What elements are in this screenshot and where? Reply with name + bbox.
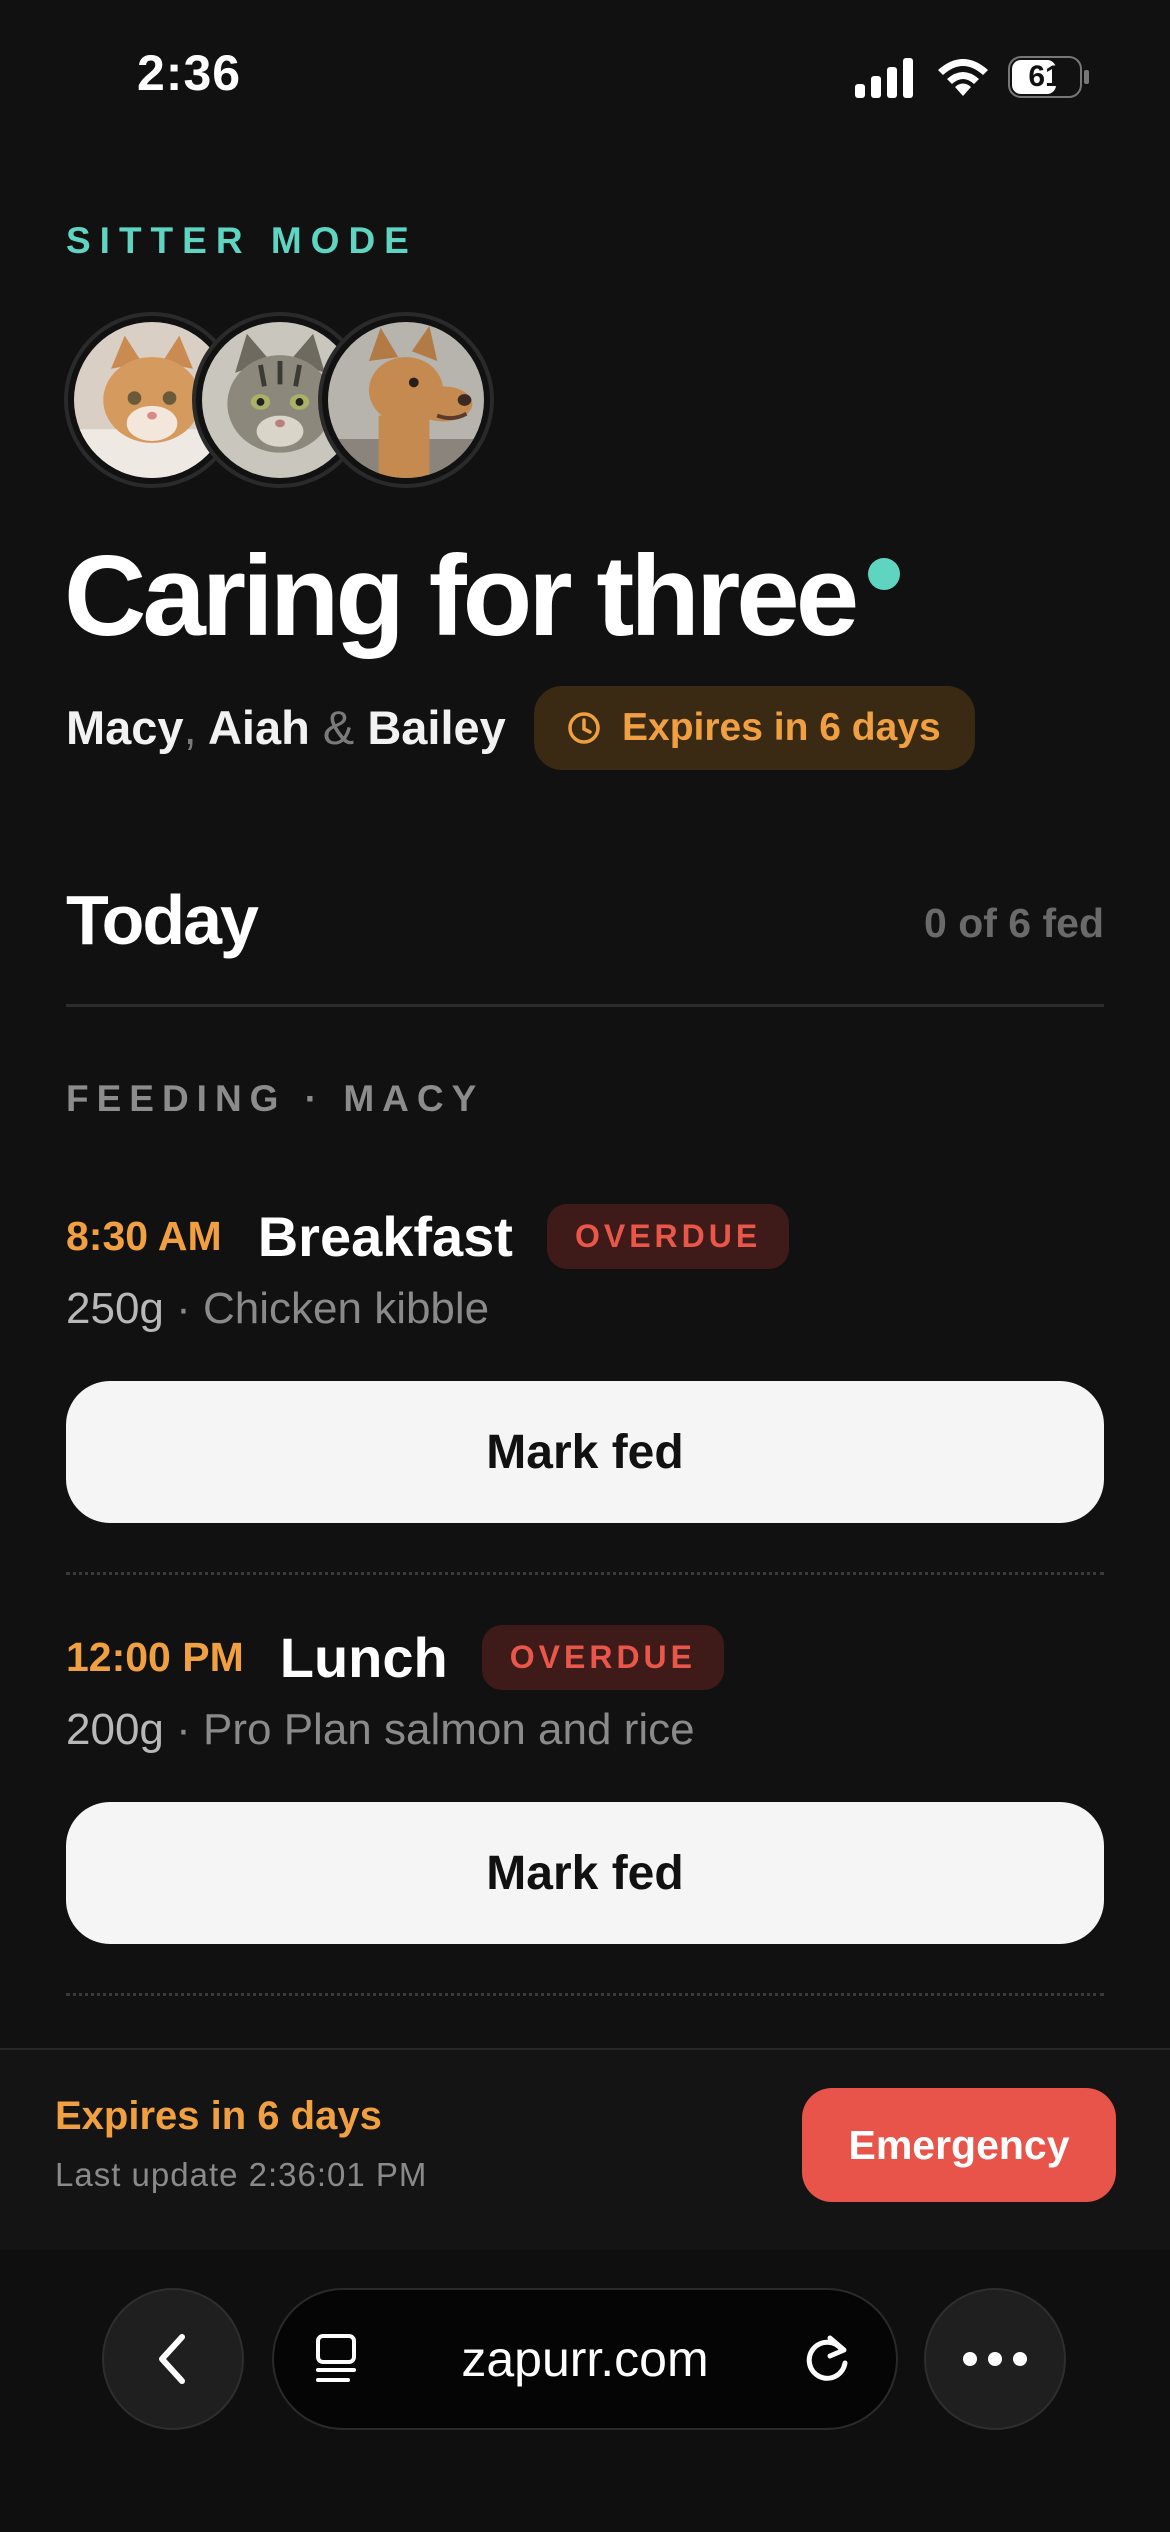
wifi-icon [938, 59, 988, 96]
footer-expiry: Expires in 6 days [55, 2094, 382, 2138]
meal-food: · Chicken kibble [176, 1284, 490, 1333]
meal-amount: 200g [66, 1705, 164, 1754]
meal-header: 12:00 PM Lunch OVERDUE [66, 1625, 724, 1690]
clock-icon [568, 712, 600, 744]
meal-description: 250g · Chicken kibble [66, 1284, 489, 1334]
meal-divider [66, 1993, 1104, 1996]
meal-food: · Pro Plan salmon and rice [176, 1705, 695, 1754]
section-heading-today: Today [66, 881, 259, 959]
cellular-signal-icon [855, 58, 913, 98]
battery-icon: 61 [1008, 56, 1090, 98]
overdue-badge: OVERDUE [481, 1625, 724, 1690]
fed-count: 0 of 6 fed [924, 900, 1104, 946]
back-button[interactable] [102, 2288, 244, 2430]
battery-level: 61 [1028, 60, 1062, 93]
meal-amount: 250g [66, 1284, 164, 1333]
name-separator: , [183, 701, 197, 754]
mode-label: SITTER MODE [66, 220, 418, 261]
divider [66, 1004, 1104, 1007]
pet-name-macy[interactable]: Macy [66, 701, 184, 754]
last-update: Last update 2:36:01 PM [55, 2156, 428, 2193]
pet-names: Macy, Aiah & Bailey [66, 700, 506, 755]
pet-name-bailey[interactable]: Bailey [367, 701, 505, 754]
dog-icon [328, 322, 484, 478]
emergency-button[interactable]: Emergency [802, 2088, 1116, 2202]
meal-time: 8:30 AM [66, 1213, 222, 1259]
feeding-section-label: FEEDING · MACY [66, 1078, 485, 1119]
ellipsis-icon [963, 2352, 1027, 2366]
meal-time: 12:00 PM [66, 1634, 244, 1680]
meal-name: Breakfast [257, 1205, 513, 1268]
meal-divider [66, 1572, 1104, 1575]
overdue-badge: OVERDUE [546, 1204, 790, 1269]
pet-avatar-bailey[interactable] [318, 312, 494, 488]
page-title: Caring for three [64, 533, 859, 660]
meal-name: Lunch [279, 1626, 448, 1689]
mark-fed-button[interactable]: Mark fed [66, 1381, 1104, 1523]
chevron-left-icon [159, 2334, 185, 2384]
meal-header: 8:30 AM Breakfast OVERDUE [66, 1204, 790, 1269]
pet-name-aiah[interactable]: Aiah [208, 701, 310, 754]
more-options-button[interactable] [924, 2288, 1066, 2430]
reload-icon[interactable] [798, 2330, 856, 2388]
active-status-dot [868, 558, 900, 590]
name-separator: & [322, 701, 355, 754]
expiry-badge-text: Expires in 6 days [622, 706, 941, 749]
mark-fed-button[interactable]: Mark fed [66, 1802, 1104, 1944]
status-time: 2:36 [137, 45, 242, 101]
expiry-badge: Expires in 6 days [534, 686, 975, 770]
meal-description: 200g · Pro Plan salmon and rice [66, 1705, 695, 1755]
